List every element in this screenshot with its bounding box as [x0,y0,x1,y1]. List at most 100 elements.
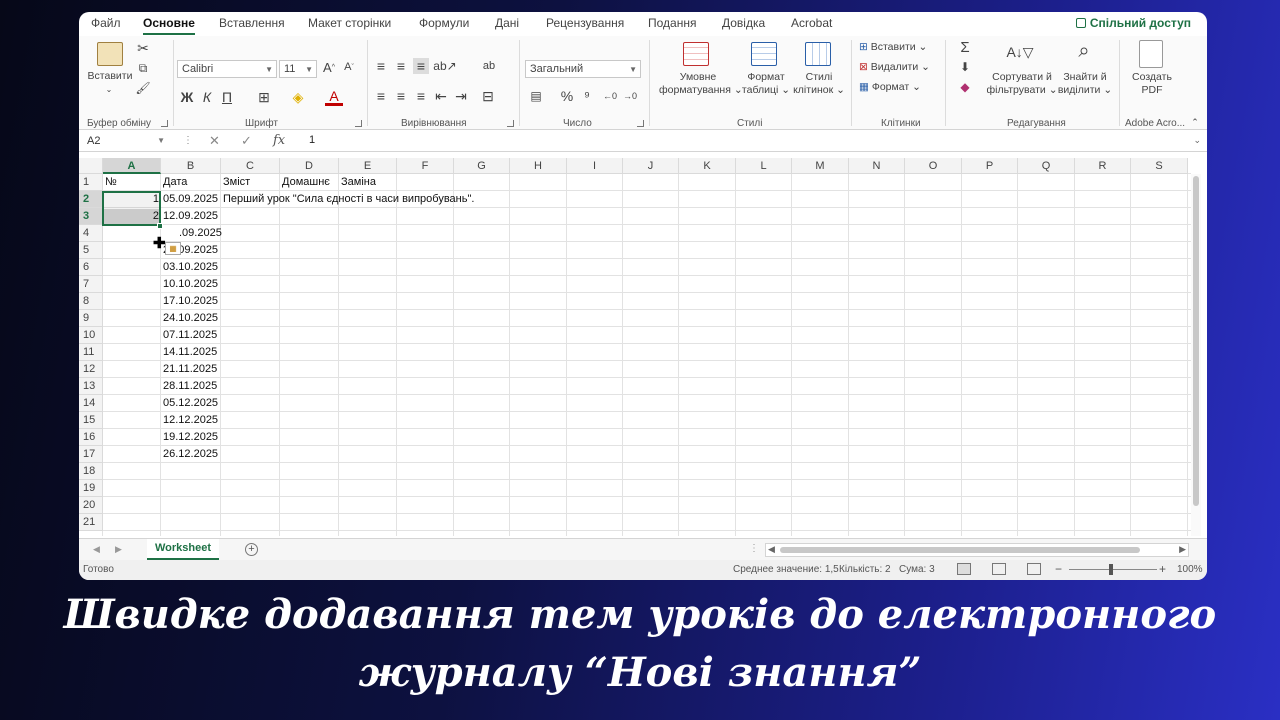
vertical-scrollbar[interactable] [1191,174,1201,536]
row-header-15[interactable]: 15 [79,412,103,429]
tab-insert[interactable]: Вставлення [219,16,285,30]
cancel-icon[interactable]: ✕ [209,133,220,149]
zoom-level[interactable]: 100% [1177,564,1203,575]
tab-file[interactable]: Файл [91,16,121,30]
scroll-right-icon[interactable]: ▶ [1179,544,1186,555]
column-header-j[interactable]: J [623,158,679,174]
column-header-e[interactable]: E [339,158,397,174]
row-header-6[interactable]: 6 [79,259,103,276]
column-header-o[interactable]: O [905,158,962,174]
sheet-tab-worksheet[interactable]: Worksheet [147,539,220,560]
bold-button[interactable]: Ж [179,88,195,106]
tab-page-layout[interactable]: Макет сторінки [308,16,391,30]
create-pdf-icon[interactable] [1139,40,1163,68]
cell-a3[interactable]: 2 [103,208,161,225]
zoom-slider[interactable] [1069,569,1157,570]
row-header-16[interactable]: 16 [79,429,103,446]
row-header-18[interactable]: 18 [79,463,103,480]
clear-icon[interactable]: ◆ [955,78,975,96]
fill-handle[interactable] [157,223,163,229]
column-header-m[interactable]: M [792,158,849,174]
share-button[interactable]: Спільний доступ [1075,16,1191,30]
column-header-p[interactable]: P [962,158,1018,174]
spreadsheet-grid[interactable]: ABCDEFGHIJKLMNOPQRS 1 2 3 4 5 6 7 8 9 10 11 12 13 14 1… [79,158,1191,536]
delete-cells-button[interactable]: ⊠ Видалити ⌄ [859,61,930,74]
format-as-table-icon[interactable] [751,42,777,66]
zoom-in-icon[interactable]: + [1159,562,1166,576]
cell-b12[interactable]: 21.11.2025 [161,361,219,378]
normal-view-icon[interactable] [957,563,971,575]
tab-formulas[interactable]: Формули [419,16,469,30]
align-left-icon[interactable]: ≡ [373,88,389,104]
format-as-table-button[interactable]: Формат таблиці ⌄ [739,71,793,97]
copy-icon[interactable]: ⧉ [135,60,151,76]
sort-filter-icon[interactable]: A↓▽ [1005,40,1035,64]
page-layout-view-icon[interactable] [992,563,1006,575]
cell-b16[interactable]: 19.12.2025 [161,429,220,446]
column-header-r[interactable]: R [1075,158,1131,174]
currency-icon[interactable]: ▤ [527,88,545,104]
fill-icon[interactable]: ⬇ [955,58,975,76]
cell-styles-icon[interactable] [805,42,831,66]
fill-color-icon[interactable]: ◈ [289,88,307,106]
align-right-icon[interactable]: ≡ [413,88,429,104]
align-center-icon[interactable]: ≡ [393,88,409,104]
row-header-14[interactable]: 14 [79,395,103,412]
row-header-21[interactable]: 21 [79,514,103,531]
insert-cells-button[interactable]: ⊞ Вставити ⌄ [859,41,927,54]
paste-icon[interactable] [97,42,123,66]
tab-acrobat[interactable]: Acrobat [791,16,832,30]
formula-input[interactable]: 1 [309,134,315,146]
column-header-b[interactable]: B [161,158,221,174]
tab-review[interactable]: Рецензування [546,16,624,30]
tab-view[interactable]: Подання [648,16,696,30]
font-name-select[interactable]: Calibri ▼ [177,60,277,78]
horizontal-scroll-thumb[interactable] [780,547,1140,553]
column-header-c[interactable]: C [221,158,280,174]
grow-font-icon[interactable]: A ^ [321,58,337,76]
row-header-8[interactable]: 8 [79,293,103,310]
row-header-5[interactable]: 5 [79,242,103,259]
paste-dropdown-icon[interactable]: ⌄ [103,83,115,96]
autosum-button[interactable]: Σ [955,38,975,56]
prev-sheet-icon[interactable]: ◀ [93,544,100,555]
create-pdf-button[interactable]: Создать PDF [1125,71,1179,97]
italic-button[interactable]: К [199,88,215,106]
row-header-3[interactable]: 3 [79,208,103,225]
number-format-select[interactable]: Загальний ▼ [525,60,641,78]
cell-b7[interactable]: 10.10.2025 [161,276,220,293]
row-header-1[interactable]: 1 [79,174,103,191]
align-bottom-icon[interactable]: ≡ [413,58,429,74]
column-header-n[interactable]: N [849,158,905,174]
align-middle-icon[interactable]: ≡ [393,58,409,74]
paste-button[interactable]: Вставити [87,70,133,83]
conditional-formatting-icon[interactable] [683,42,709,66]
enter-icon[interactable]: ✓ [241,133,252,149]
insert-function-icon[interactable]: fx [273,133,285,148]
cell-b14[interactable]: 05.12.2025 [161,395,220,412]
decrease-decimal-icon[interactable]: →0 [621,88,639,104]
page-break-view-icon[interactable] [1027,563,1041,575]
status-count[interactable]: Кількість: 2 [839,564,891,575]
cell-b17[interactable]: 26.12.2025 [161,446,220,463]
column-header-k[interactable]: K [679,158,736,174]
column-header-a[interactable]: A [103,158,161,174]
find-select-button[interactable]: Знайти й виділити ⌄ [1055,71,1115,97]
row-header-13[interactable]: 13 [79,378,103,395]
cell-b10[interactable]: 07.11.2025 [161,327,219,344]
next-sheet-icon[interactable]: ▶ [115,544,122,555]
column-header-q[interactable]: Q [1018,158,1075,174]
cell-d1[interactable]: Домашнє [280,174,339,191]
merge-center-icon[interactable]: ⊟ [479,88,497,104]
column-header-s[interactable]: S [1131,158,1188,174]
underline-button[interactable]: П [219,88,235,106]
column-header-g[interactable]: G [454,158,510,174]
column-header-i[interactable]: I [567,158,623,174]
borders-icon[interactable]: ⊞ [255,88,273,106]
cell-styles-button[interactable]: Стилі клітинок ⌄ [793,71,845,97]
font-launcher-icon[interactable] [355,120,362,127]
horizontal-scrollbar[interactable]: ◀ ▶ [765,543,1189,557]
column-header-f[interactable]: F [397,158,454,174]
zoom-slider-knob[interactable] [1109,564,1113,575]
font-color-icon[interactable]: A [325,88,343,106]
